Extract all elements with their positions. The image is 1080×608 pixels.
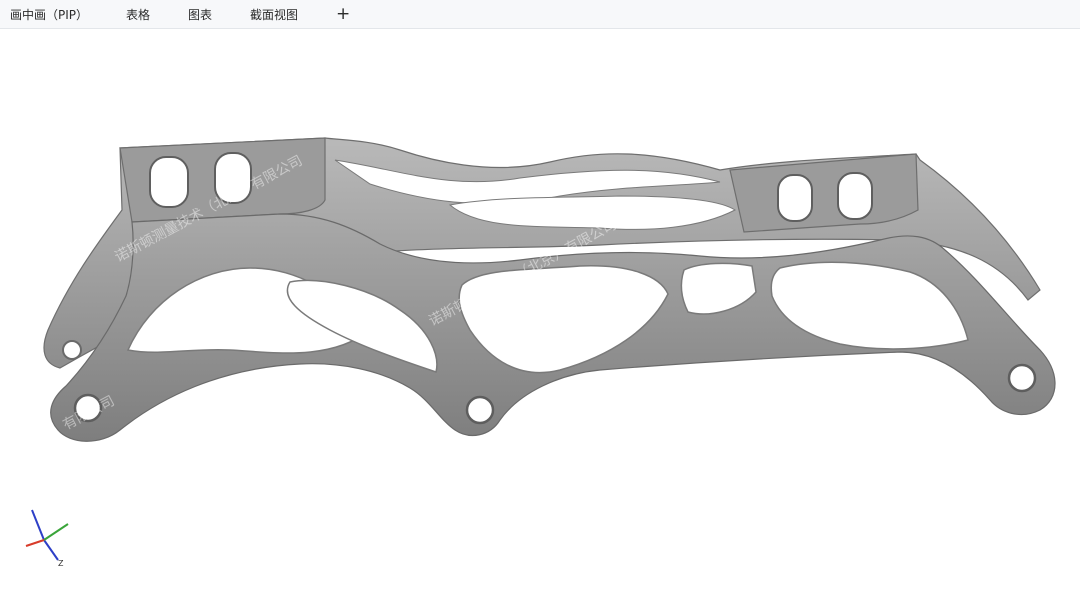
add-tab-button[interactable]: + (336, 0, 350, 28)
mount-slot (837, 172, 873, 220)
3d-viewport[interactable]: 诺斯顿测量技术（北京）有限公司 诺斯顿测量技术（北京）有限公司 有限公司 Z (0, 29, 1080, 608)
tab-table[interactable]: 表格 (126, 0, 150, 28)
z-axis-line (31, 509, 45, 541)
3d-model-canvas[interactable]: 诺斯顿测量技术（北京）有限公司 诺斯顿测量技术（北京）有限公司 有限公司 Z (0, 29, 1080, 608)
axis-triad[interactable]: Z (25, 509, 69, 568)
axle-hole (1007, 363, 1037, 393)
tab-chart[interactable]: 图表 (188, 0, 212, 28)
tab-pip[interactable]: 画中画（PIP） (10, 0, 88, 28)
tab-section-view[interactable]: 截面视图 (250, 0, 298, 28)
x-axis-line (25, 539, 45, 547)
axle-hole (465, 395, 495, 425)
mount-slot (149, 156, 189, 208)
z-axis-label: Z (58, 559, 64, 568)
mount-slot (777, 174, 813, 222)
z-axis-line (43, 539, 59, 561)
view-tab-bar: 画中画（PIP） 表格 图表 截面视图 + (0, 0, 1080, 29)
y-axis-line (43, 523, 69, 541)
